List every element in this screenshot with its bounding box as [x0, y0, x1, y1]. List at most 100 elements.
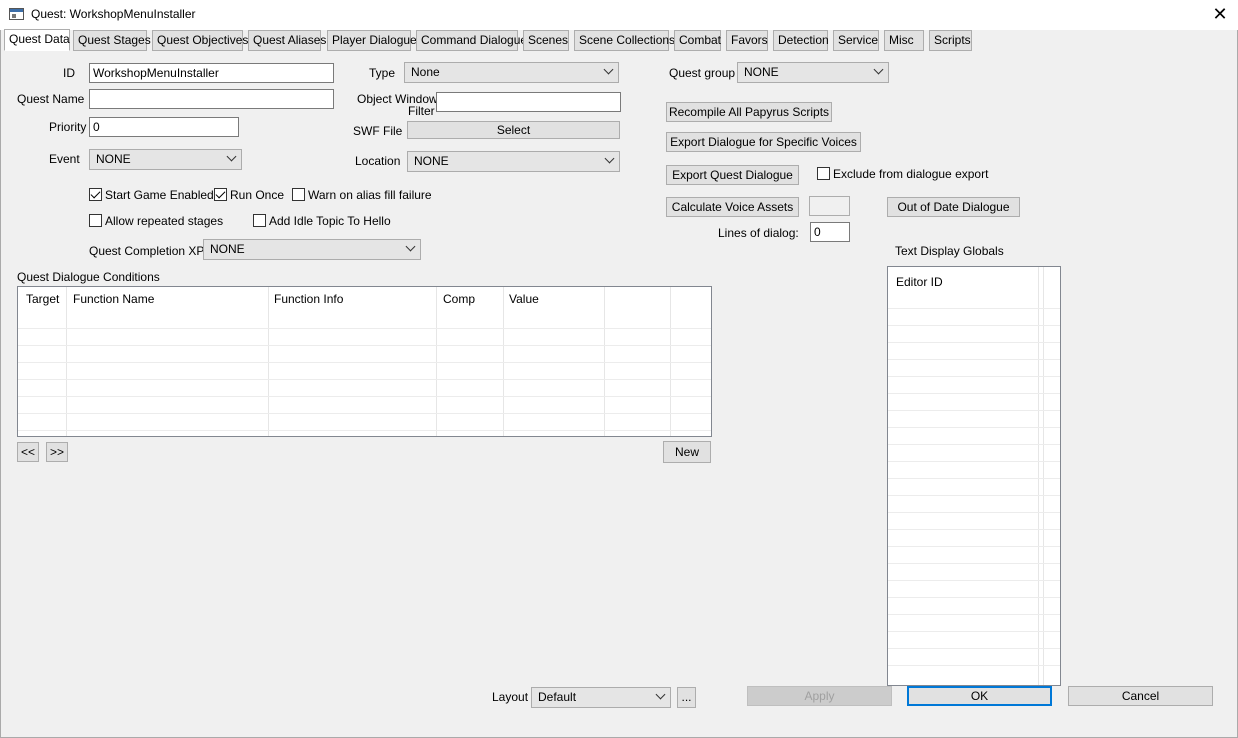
voice-assets-field[interactable]	[809, 196, 850, 216]
object-window-filter-label: Filter	[408, 104, 435, 118]
event-value: NONE	[96, 152, 131, 166]
tab-service[interactable]: Service	[833, 30, 879, 51]
quest-name-field[interactable]	[89, 89, 334, 109]
tab-combat[interactable]: Combat	[674, 30, 721, 51]
grid-row-line	[888, 325, 1060, 326]
grid-row-line	[18, 362, 711, 363]
col-function-name[interactable]: Function Name	[68, 287, 159, 309]
grid-row-line	[888, 342, 1060, 343]
tab-scripts[interactable]: Scripts	[929, 30, 972, 51]
priority-field[interactable]: 0	[89, 117, 239, 137]
run-once-checkbox[interactable]	[214, 188, 227, 201]
text-display-globals-title: Text Display Globals	[895, 244, 1004, 258]
chevron-down-icon	[405, 241, 416, 252]
swf-file-label: SWF File	[353, 124, 403, 138]
id-field[interactable]: WorkshopMenuInstaller	[89, 63, 334, 83]
tab-command-dialogue[interactable]: Command Dialogue	[416, 30, 527, 51]
add-idle-checkbox[interactable]	[253, 214, 266, 227]
next-button[interactable]: >>	[46, 442, 68, 462]
location-select[interactable]: NONE	[407, 151, 620, 172]
layout-label: Layout	[492, 690, 529, 704]
tab-scenes[interactable]: Scenes	[523, 30, 569, 51]
recompile-scripts-button[interactable]: Recompile All Papyrus Scripts	[666, 102, 832, 122]
col-comp[interactable]: Comp	[438, 287, 480, 309]
location-label: Location	[355, 154, 401, 168]
grid-row-line	[888, 410, 1060, 411]
quest-group-value: NONE	[744, 65, 779, 79]
col-value[interactable]: Value	[504, 287, 544, 309]
grid-row-line	[888, 461, 1060, 462]
export-specific-voices-button[interactable]: Export Dialogue for Specific Voices	[666, 132, 861, 152]
grid-divider	[1043, 267, 1044, 685]
calculate-voice-assets-button[interactable]: Calculate Voice Assets	[666, 197, 799, 217]
tab-scene-collections[interactable]: Scene Collections	[574, 30, 675, 51]
tab-detection[interactable]: Detection	[773, 30, 829, 51]
window-icon	[9, 8, 24, 20]
completion-xp-value: NONE	[210, 242, 245, 256]
run-once-label: Run Once	[230, 188, 285, 202]
tab-player-dialogue[interactable]: Player Dialogue	[327, 30, 417, 51]
grid-row-line	[888, 580, 1060, 581]
quest-group-label: Quest group	[669, 66, 736, 80]
allow-repeated-label: Allow repeated stages	[105, 214, 224, 228]
priority-label: Priority	[49, 120, 87, 134]
layout-select[interactable]: Default	[531, 687, 671, 708]
chevron-down-icon	[604, 153, 615, 164]
warn-alias-checkbox[interactable]	[292, 188, 305, 201]
text-display-globals-list[interactable]: Editor ID	[887, 266, 1061, 686]
tab-misc[interactable]: Misc	[884, 30, 924, 51]
col-editor-id[interactable]: Editor ID	[891, 270, 948, 292]
window-title: Quest: WorkshopMenuInstaller	[31, 7, 196, 21]
grid-row-line	[888, 359, 1060, 360]
grid-row-line	[18, 328, 711, 329]
new-condition-button[interactable]: New	[663, 441, 711, 463]
start-game-enabled-checkbox[interactable]	[89, 188, 102, 201]
grid-row-line	[888, 529, 1060, 530]
grid-divider	[1038, 267, 1039, 685]
chevron-down-icon	[603, 64, 614, 75]
exclude-dialogue-export-checkbox[interactable]	[817, 167, 830, 180]
tab-quest-stages[interactable]: Quest Stages	[73, 30, 151, 51]
prev-button[interactable]: <<	[17, 442, 39, 462]
col-function-info[interactable]: Function Info	[269, 287, 348, 309]
tab-favors[interactable]: Favors	[726, 30, 768, 51]
grid-row-line	[888, 393, 1060, 394]
quest-group-select[interactable]: NONE	[737, 62, 889, 83]
warn-alias-label: Warn on alias fill failure	[308, 188, 432, 202]
add-idle-label: Add Idle Topic To Hello	[269, 214, 391, 228]
event-select[interactable]: NONE	[89, 149, 242, 170]
type-value: None	[411, 65, 440, 79]
grid-row-line	[888, 597, 1060, 598]
out-of-date-dialogue-button[interactable]: Out of Date Dialogue	[887, 197, 1020, 217]
type-select[interactable]: None	[404, 62, 619, 83]
layout-value: Default	[538, 690, 577, 704]
close-icon[interactable]: ✕	[1206, 3, 1234, 27]
chevron-down-icon	[873, 64, 884, 75]
grid-row-line	[18, 430, 711, 431]
object-window-filter-field[interactable]	[436, 92, 621, 112]
layout-more-button[interactable]: ...	[677, 687, 696, 708]
conditions-grid[interactable]: Target Function Name Function Info Comp …	[17, 286, 712, 437]
tab-quest-aliases[interactable]: Quest Aliases	[248, 30, 326, 51]
grid-row-line	[18, 396, 711, 397]
grid-row-line	[888, 614, 1060, 615]
grid-row-line	[888, 427, 1060, 428]
apply-button[interactable]: Apply	[747, 686, 892, 706]
cancel-button[interactable]: Cancel	[1068, 686, 1213, 706]
tab-quest-objectives[interactable]: Quest Objectives	[152, 30, 248, 51]
completion-xp-label: Quest Completion XP	[89, 244, 205, 258]
allow-repeated-checkbox[interactable]	[89, 214, 102, 227]
chevron-down-icon	[655, 689, 666, 700]
export-quest-dialogue-button[interactable]: Export Quest Dialogue	[666, 165, 799, 185]
tab-quest-data[interactable]: Quest Data	[4, 29, 70, 51]
type-label: Type	[369, 66, 396, 80]
swf-select-button[interactable]: Select	[407, 121, 620, 139]
completion-xp-select[interactable]: NONE	[203, 239, 421, 260]
col-target[interactable]: Target	[21, 287, 64, 309]
grid-row-line	[888, 444, 1060, 445]
ok-button[interactable]: OK	[907, 686, 1052, 706]
grid-row-line	[888, 376, 1060, 377]
lines-of-dialog-field[interactable]: 0	[810, 222, 850, 242]
grid-row-line	[888, 631, 1060, 632]
grid-row-line	[18, 345, 711, 346]
